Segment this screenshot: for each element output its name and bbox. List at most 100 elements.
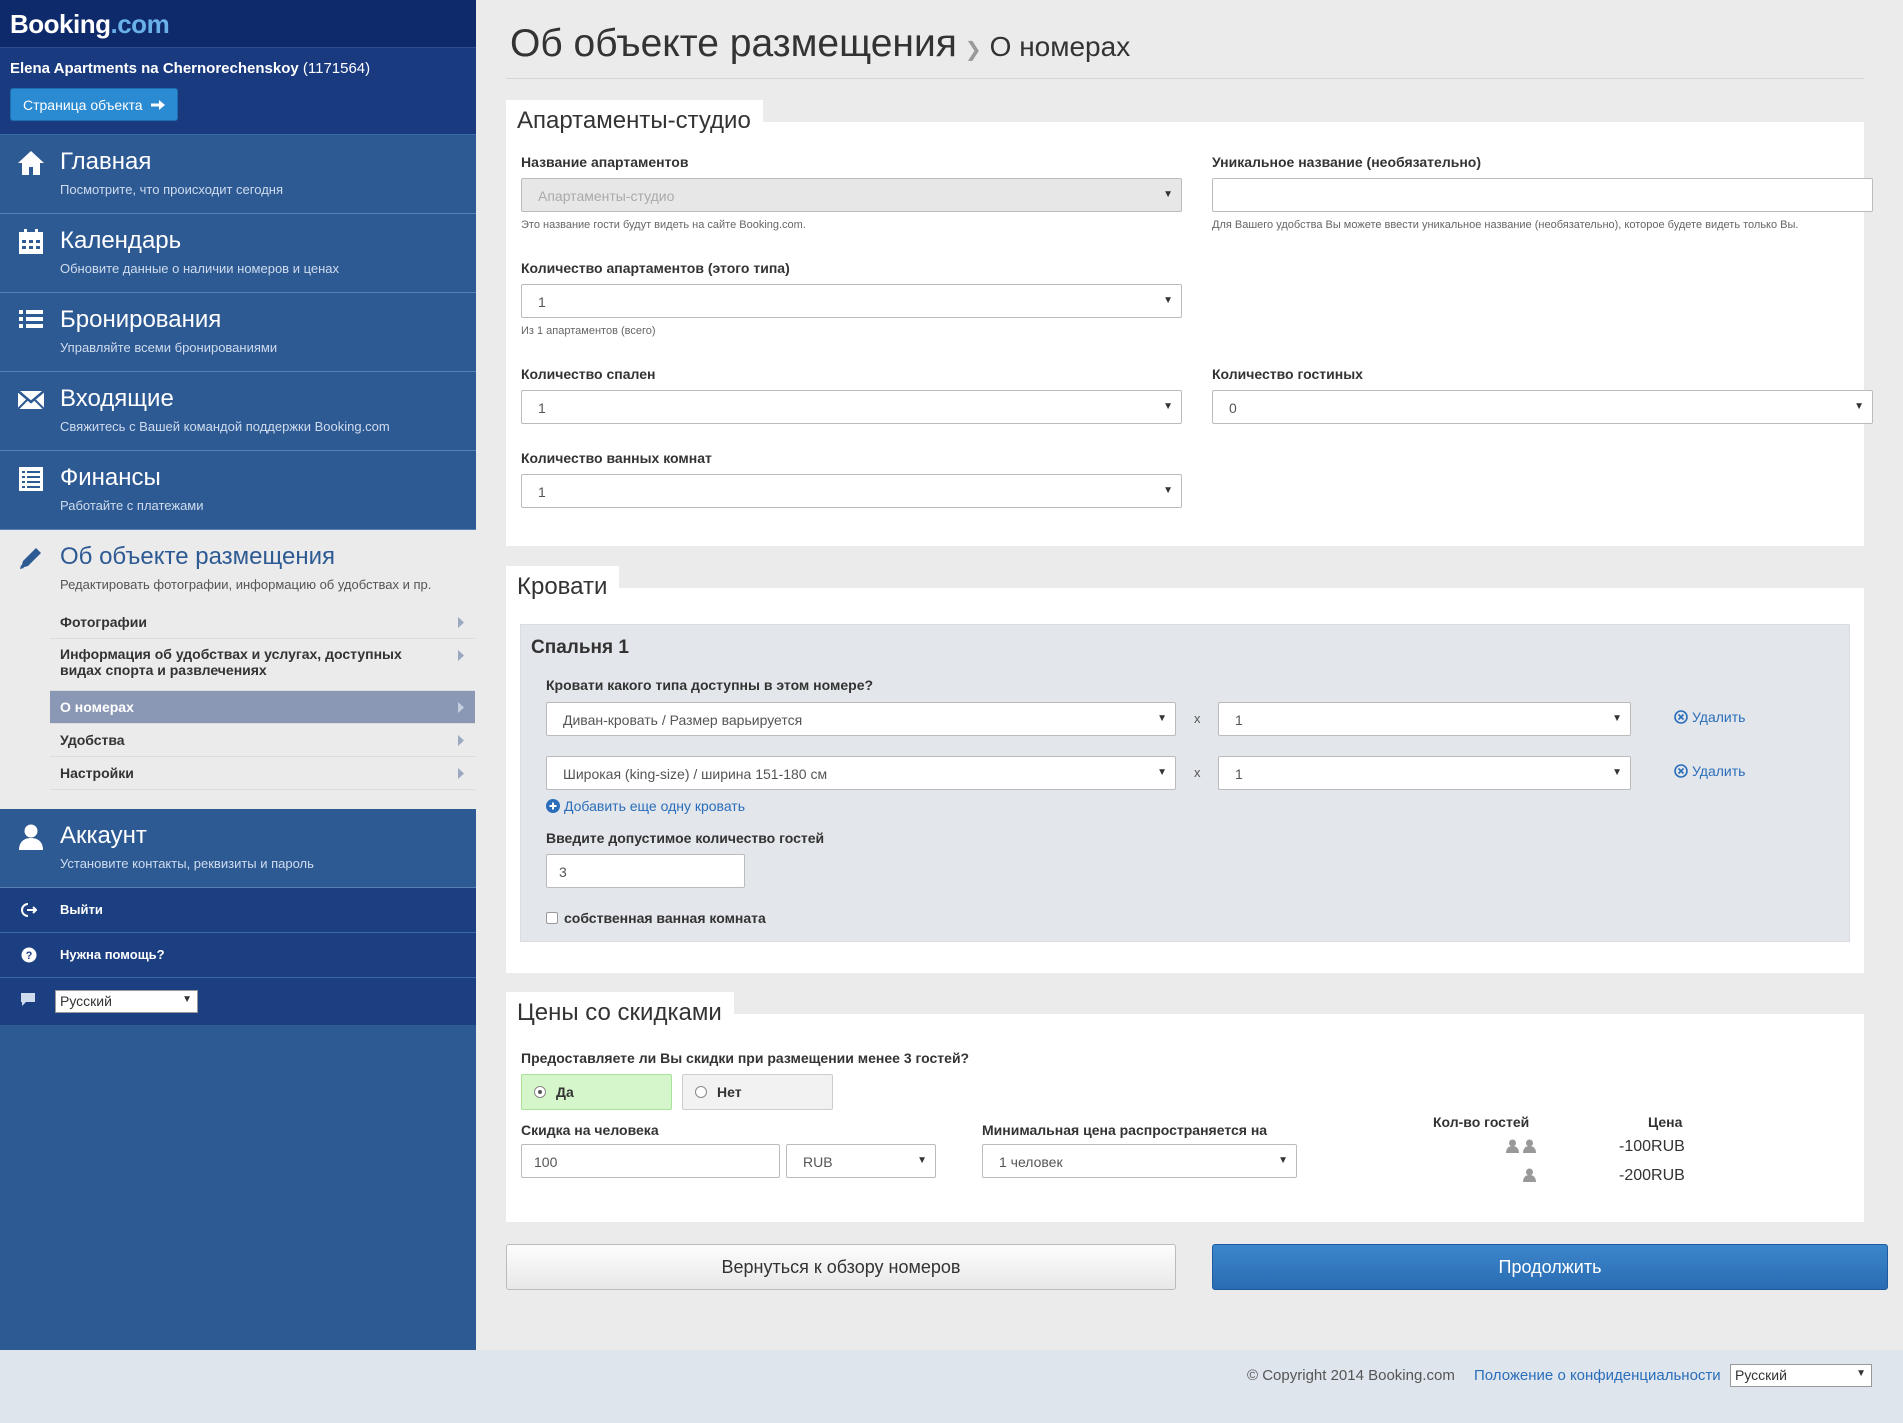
remove-bed-link[interactable]: Удалить xyxy=(1674,709,1745,725)
nav-item-home[interactable]: Главная Посмотрите, что происходит сегод… xyxy=(0,135,476,214)
nav-item-finance[interactable]: Финансы Работайте с платежами xyxy=(0,451,476,530)
footer-language-select[interactable]: Русский ▼ xyxy=(1730,1364,1872,1387)
subnav-item-settings[interactable]: Настройки xyxy=(50,757,475,790)
room-name-select[interactable]: Апартаменты-студио ▼ xyxy=(521,178,1182,212)
add-bed-link[interactable]: Добавить еще одну кровать xyxy=(546,798,745,814)
subnav-item-rooms[interactable]: О номерах xyxy=(50,691,475,724)
remove-bed-link[interactable]: Удалить xyxy=(1674,763,1745,779)
private-bathroom-checkbox[interactable] xyxy=(546,912,558,924)
subnav-item-photos[interactable]: Фотографии xyxy=(50,606,475,639)
remove-icon xyxy=(1674,710,1688,724)
page-title: Об объекте размещения ❯ О номерах xyxy=(510,22,1131,65)
nav-subtitle: Обновите данные о наличии номеров и цена… xyxy=(60,261,340,276)
min-price-select[interactable]: 1 человек ▼ xyxy=(982,1144,1297,1178)
property-name: Elena Apartments na Chernorechenskoy (11… xyxy=(10,60,371,77)
bed-type-select[interactable]: Диван-кровать / Размер варьируется ▼ xyxy=(546,702,1176,736)
nav-item-property[interactable]: Об объекте размещения Редактировать фото… xyxy=(0,530,476,800)
room-name-label: Название апартаментов xyxy=(521,154,689,170)
language-row: Русский ▼ xyxy=(0,978,476,1025)
radio-empty-icon xyxy=(695,1086,707,1098)
unique-name-help: Для Вашего удобства Вы можете ввести уни… xyxy=(1212,219,1799,231)
times-sign: x xyxy=(1194,765,1201,780)
nav-item-bookings[interactable]: Бронирования Управляйте всеми бронирован… xyxy=(0,293,476,372)
person-icon xyxy=(1506,1139,1519,1153)
nav-title: Бронирования xyxy=(60,306,222,333)
nav-subtitle: Посмотрите, что происходит сегодня xyxy=(60,182,283,197)
breadcrumb-separator-icon: ❯ xyxy=(964,39,982,61)
room-name-help: Это название гости будут видеть на сайте… xyxy=(521,219,806,231)
nav-item-calendar[interactable]: Календарь Обновите данные о наличии номе… xyxy=(0,214,476,293)
panel-tab-title: Апартаменты-студио xyxy=(506,100,763,140)
discount-no-radio[interactable]: Нет xyxy=(682,1074,833,1110)
bed-type-select[interactable]: Широкая (king-size) / ширина 151-180 см ▼ xyxy=(546,756,1176,790)
discount-price-value: -200RUB xyxy=(1619,1167,1685,1184)
subnav-item-amenities[interactable]: Удобства xyxy=(50,724,475,757)
bedrooms-select[interactable]: 1 ▼ xyxy=(521,390,1182,424)
nav-title: Входящие xyxy=(60,385,174,412)
booking-logo[interactable]: Booking.com xyxy=(10,10,466,38)
guests-label: Введите допустимое количество гостей xyxy=(546,830,825,846)
divider xyxy=(506,78,1864,79)
living-rooms-select[interactable]: 0 ▼ xyxy=(1212,390,1873,424)
property-header: Elena Apartments na Chernorechenskoy (11… xyxy=(0,48,476,135)
back-to-rooms-button[interactable]: Вернуться к обзору номеров xyxy=(506,1244,1176,1290)
bed-type-question: Кровати какого типа доступны в этом номе… xyxy=(546,677,874,693)
nav-item-account[interactable]: Аккаунт Установите контакты, реквизиты и… xyxy=(0,800,476,888)
currency-select[interactable]: RUB ▼ xyxy=(786,1144,936,1178)
logout-link[interactable]: Выйти xyxy=(0,888,476,933)
copyright: © Copyright 2014 Booking.com xyxy=(1247,1367,1455,1384)
person-icon xyxy=(1523,1168,1536,1182)
bedroom-block: Спальня 1 Кровати какого типа доступны в… xyxy=(520,624,1850,942)
brand-bar: Booking.com xyxy=(0,0,476,48)
nav-title: Об объекте размещения xyxy=(60,543,335,570)
nav-subtitle: Редактировать фотографии, информацию об … xyxy=(60,577,432,592)
discount-panel: Цены со скидками Предоставляете ли Вы ск… xyxy=(506,992,1864,1222)
discount-question: Предоставляете ли Вы скидки при размещен… xyxy=(521,1050,970,1066)
privacy-link[interactable]: Положение о конфиденциальности xyxy=(1474,1367,1721,1384)
room-count-help: Из 1 апартаментов (всего) xyxy=(521,325,656,337)
bed-qty-select[interactable]: 1 ▼ xyxy=(1218,756,1631,790)
nav-subtitle: Установите контакты, реквизиты и пароль xyxy=(60,856,314,871)
discount-yes-radio[interactable]: Да xyxy=(521,1074,672,1110)
language-select[interactable]: Русский ▼ xyxy=(55,990,198,1013)
nav-item-inbox[interactable]: Входящие Свяжитесь с Вашей командой подд… xyxy=(0,372,476,451)
per-person-input[interactable]: 100 xyxy=(521,1144,780,1178)
bathrooms-label: Количество ванных комнат xyxy=(521,450,712,466)
bathrooms-select[interactable]: 1 ▼ xyxy=(521,474,1182,508)
calendar-icon xyxy=(19,229,43,254)
chevron-right-icon xyxy=(458,650,464,661)
bedroom-title: Спальня 1 xyxy=(531,637,629,658)
nav-title: Календарь xyxy=(60,227,182,254)
person-icon xyxy=(1523,1139,1536,1153)
continue-button[interactable]: Продолжить xyxy=(1212,1244,1888,1290)
home-icon xyxy=(18,151,44,175)
list-icon xyxy=(19,310,43,328)
chevron-right-icon xyxy=(458,702,464,713)
question-icon: ? xyxy=(21,947,37,963)
help-link[interactable]: ? Нужна помощь? xyxy=(0,933,476,978)
svg-text:?: ? xyxy=(26,950,33,962)
min-price-label: Минимальная цена распространяется на xyxy=(982,1122,1268,1138)
times-sign: x xyxy=(1194,711,1201,726)
bedrooms-label: Количество спален xyxy=(521,366,656,382)
private-bathroom-checkbox-row[interactable]: собственная ванная комната xyxy=(546,910,766,926)
unique-name-input[interactable] xyxy=(1212,178,1873,212)
bed-qty-select[interactable]: 1 ▼ xyxy=(1218,702,1631,736)
arrow-right-icon xyxy=(150,99,165,110)
price-column-header: Цена xyxy=(1648,1114,1683,1130)
footer: © Copyright 2014 Booking.com Положение о… xyxy=(0,1350,1903,1423)
property-page-button[interactable]: Страница объекта xyxy=(10,88,178,121)
room-count-select[interactable]: 1 ▼ xyxy=(521,284,1182,318)
panel-tab-title: Цены со скидками xyxy=(506,992,734,1032)
discount-price-value: -100RUB xyxy=(1619,1138,1685,1155)
subnav-item-facilities-info[interactable]: Информация об удобствах и услугах, досту… xyxy=(50,639,475,691)
guests-input[interactable]: 3 xyxy=(546,854,745,888)
nav-title: Аккаунт xyxy=(60,822,147,849)
beds-panel: Кровати Спальня 1 Кровати какого типа до… xyxy=(506,566,1864,973)
chevron-right-icon xyxy=(458,735,464,746)
per-person-label: Скидка на человека xyxy=(521,1122,659,1138)
nav-subtitle: Свяжитесь с Вашей командой поддержки Boo… xyxy=(60,419,390,434)
guests-column-header: Кол-во гостей xyxy=(1433,1114,1530,1130)
chat-icon xyxy=(21,993,35,1006)
nav-title: Финансы xyxy=(60,464,161,491)
